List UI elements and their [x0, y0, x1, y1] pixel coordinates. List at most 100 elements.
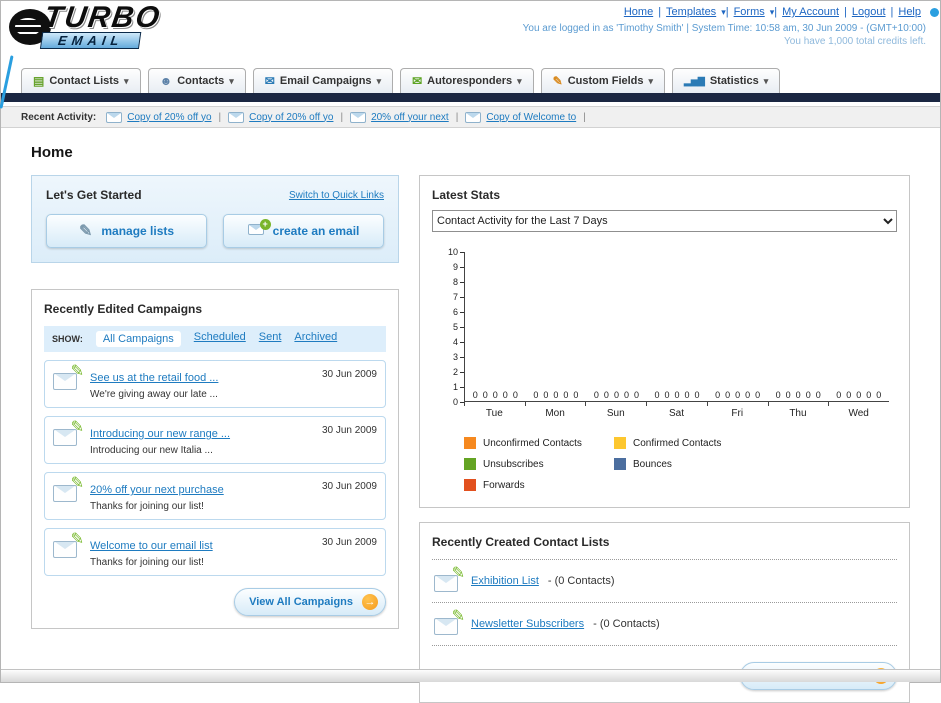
nav-tab[interactable]: Autoresponders: [400, 68, 534, 93]
contact-lists-icon: [33, 74, 44, 88]
contact-list-link[interactable]: Exhibition List: [471, 575, 539, 587]
top-nav-link[interactable]: Templates: [666, 6, 716, 18]
recent-activity-item: Copy of 20% off yo: [106, 111, 221, 123]
contact-activity-chart: 10 9 8 7 6 5 4 3 2 1 0 000000000000000000000000000…: [440, 247, 889, 491]
show-label: SHOW:: [52, 334, 83, 344]
autoresponders-icon: [412, 74, 422, 88]
chevron-down-icon: [721, 6, 726, 18]
plus-icon: [259, 219, 271, 230]
header-right: Home Templates Forms My Account: [523, 6, 926, 47]
campaign-subtitle: Thanks for joining our list!: [90, 557, 204, 568]
campaign-list: See us at the retail food ... We're givi…: [44, 360, 386, 576]
nav-tab-label: Contact Lists: [49, 75, 120, 87]
campaign-title-link[interactable]: Welcome to our email list: [90, 540, 213, 552]
legend-item: Bounces: [614, 458, 764, 470]
chevron-down-icon: [517, 75, 522, 87]
stats-period-select[interactable]: Contact Activity for the Last 7 Days: [432, 210, 897, 232]
campaign-filter[interactable]: Sent: [259, 331, 282, 347]
campaign-filter[interactable]: All Campaigns: [95, 331, 181, 347]
contact-list-link[interactable]: Newsletter Subscribers: [471, 618, 584, 630]
campaign-list-item: 20% off your next purchase Thanks for jo…: [44, 472, 386, 520]
recent-campaigns-title: Recently Edited Campaigns: [44, 302, 203, 316]
logo-subtitle: EMAIL: [39, 32, 142, 49]
nav-tab[interactable]: Contact Lists: [21, 68, 141, 93]
logo-text: TURBO EMAIL: [39, 1, 164, 50]
custom-fields-icon: [553, 74, 563, 88]
nav-tab[interactable]: Statistics: [672, 68, 781, 93]
switch-quick-links-link[interactable]: Switch to Quick Links: [289, 190, 384, 201]
campaign-date: 30 Jun 2009: [321, 537, 377, 548]
recent-activity-link[interactable]: Copy of 20% off yo: [249, 112, 333, 123]
recent-activity-item: Copy of Welcome to: [465, 111, 585, 123]
envelope-pencil-icon: [53, 480, 81, 502]
campaign-title-link[interactable]: Introducing our new range ...: [90, 428, 230, 440]
envelope-icon: [228, 111, 245, 123]
chevron-down-icon: [764, 75, 769, 87]
chevron-down-icon: [377, 75, 382, 87]
chart-legend: Unconfirmed Contacts Confirmed Contacts Un…: [464, 437, 889, 491]
campaign-date: 30 Jun 2009: [321, 425, 377, 436]
envelope-pencil-icon: [53, 424, 81, 446]
legend-item: Unconfirmed Contacts: [464, 437, 614, 449]
campaign-title-link[interactable]: See us at the retail food ...: [90, 372, 218, 384]
nav-tab-label: Email Campaigns: [279, 75, 372, 87]
legend-item: Forwards: [464, 479, 614, 491]
top-nav-link[interactable]: My Account: [782, 6, 839, 18]
campaign-filter[interactable]: Archived: [294, 331, 337, 347]
campaign-subtitle: Thanks for joining our list!: [90, 501, 204, 512]
right-column: Latest Stats Contact Activity for the La…: [419, 175, 910, 703]
campaign-filters: All Campaigns Scheduled Sent Archived: [95, 331, 337, 347]
top-nav-item: Help: [893, 6, 926, 18]
pencil-icon: [79, 221, 92, 241]
campaign-subtitle: We're giving away our late ...: [90, 389, 218, 400]
envelope-icon: [106, 111, 123, 123]
contact-list-item: Newsletter Subscribers - (0 Contacts): [432, 603, 897, 646]
recent-activity-bar: Recent Activity: Copy of 20% off yo Copy…: [1, 106, 940, 128]
view-all-campaigns-label: View All Campaigns: [249, 596, 353, 608]
recent-activity-link[interactable]: Copy of Welcome to: [486, 112, 576, 123]
envelope-plus-icon: [247, 219, 271, 238]
recent-activity-item: 20% off your next: [350, 111, 458, 123]
contact-list-count: - (0 Contacts): [547, 575, 615, 587]
contacts-icon: [160, 74, 173, 88]
campaign-subtitle: Introducing our new Italia ...: [90, 445, 213, 456]
legend-item: Confirmed Contacts: [614, 437, 764, 449]
recent-contact-lists-title: Recently Created Contact Lists: [432, 535, 610, 549]
main-nav: Contact Lists Contacts Email Campaigns A…: [1, 65, 940, 93]
envelope-pencil-icon: [434, 613, 462, 635]
footer-bar: [1, 669, 940, 682]
top-nav-item: Templates: [661, 6, 729, 18]
recent-activity-link[interactable]: Copy of 20% off yo: [127, 112, 211, 123]
nav-tab-label: Custom Fields: [567, 75, 644, 87]
top-nav-link[interactable]: Help: [898, 6, 921, 18]
campaign-title-link[interactable]: 20% off your next purchase: [90, 484, 224, 496]
manage-lists-button[interactable]: manage lists: [46, 214, 207, 248]
statistics-icon: [684, 75, 705, 87]
top-nav-link[interactable]: Home: [624, 6, 653, 18]
logo-title: TURBO: [42, 1, 164, 34]
arrow-right-icon: [362, 594, 378, 610]
campaign-filter[interactable]: Scheduled: [194, 331, 246, 347]
nav-tab[interactable]: Custom Fields: [540, 68, 666, 93]
chevron-down-icon: [229, 75, 234, 87]
top-nav-link[interactable]: Logout: [852, 6, 886, 18]
chart-zero-labels: 00000000000000000000000000000000000: [472, 390, 882, 400]
left-column: Let's Get Started Switch to Quick Links …: [31, 175, 399, 629]
top-nav-item: Home: [619, 6, 661, 18]
view-all-campaigns-button[interactable]: View All Campaigns: [234, 588, 386, 616]
contact-list-item: Exhibition List - (0 Contacts): [432, 560, 897, 603]
nav-tab[interactable]: Email Campaigns: [252, 68, 394, 93]
campaign-list-item: Welcome to our email list Thanks for joi…: [44, 528, 386, 576]
chevron-down-icon: [649, 75, 654, 87]
top-nav-link[interactable]: Forms: [734, 6, 765, 18]
contact-list-count: - (0 Contacts): [593, 618, 660, 630]
recent-activity-link[interactable]: 20% off your next: [371, 112, 449, 123]
divider-bar: [1, 93, 940, 102]
chevron-down-icon: [770, 6, 775, 18]
envelope-icon: [465, 111, 482, 123]
nav-tab[interactable]: Contacts: [147, 68, 246, 93]
top-nav-links: Home Templates Forms My Account: [523, 6, 926, 18]
chevron-down-icon: [124, 75, 129, 87]
get-started-title: Let's Get Started: [46, 188, 142, 202]
create-email-button[interactable]: create an email: [223, 214, 384, 248]
